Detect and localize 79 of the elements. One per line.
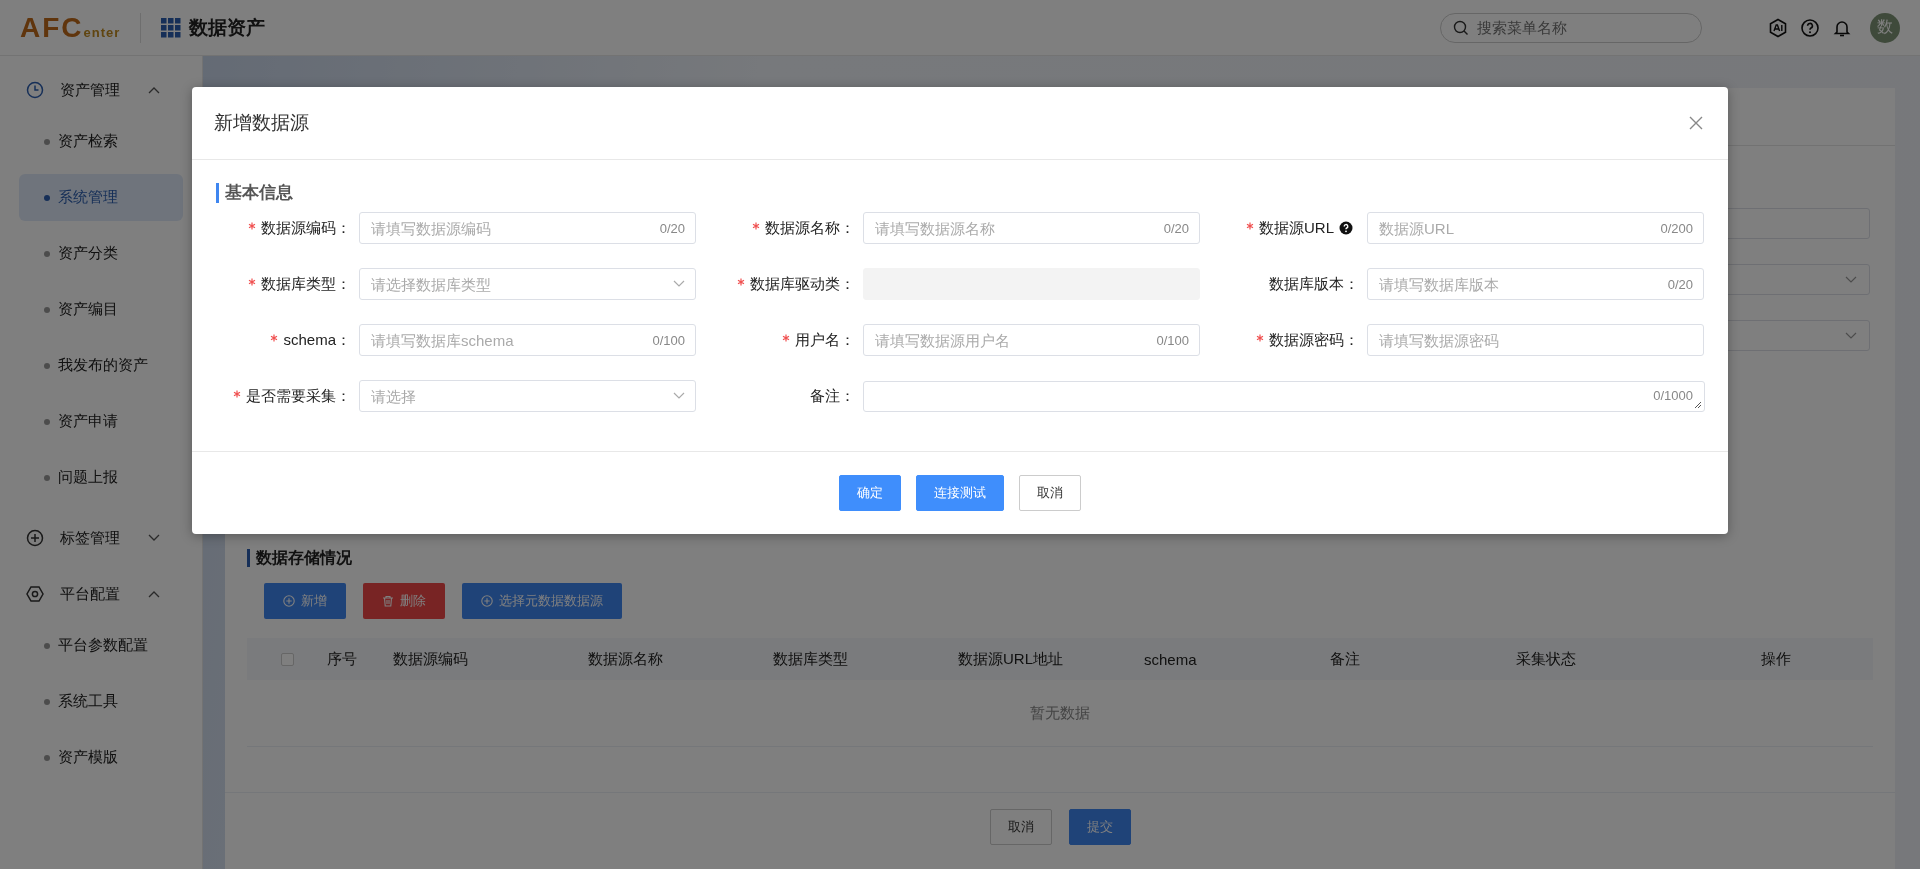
- menu-item[interactable]: 我发布的资产: [19, 342, 183, 389]
- column-header: 数据库类型: [773, 649, 849, 669]
- column-header: 序号: [327, 649, 358, 669]
- input-field[interactable]: 请填写数据源密码: [1367, 324, 1704, 356]
- plus-circle-icon: [283, 595, 295, 607]
- menu-item[interactable]: 资产申请: [19, 398, 183, 445]
- chevron-down-icon: [1845, 275, 1857, 284]
- grid-icon[interactable]: [161, 17, 182, 38]
- select-field[interactable]: 请选择数据库类型: [359, 268, 696, 300]
- field-label: 数据源编码：: [261, 218, 351, 238]
- chevron-up-icon[interactable]: [148, 86, 160, 94]
- clock-icon: [26, 81, 44, 99]
- character-count: 0/100: [1156, 332, 1189, 348]
- search-icon: [1453, 19, 1469, 36]
- text-area[interactable]: 0/1000: [863, 380, 1705, 412]
- empty-message: 暂无数据: [1030, 703, 1090, 723]
- checkbox[interactable]: [280, 652, 294, 666]
- field-label: 备注：: [810, 386, 855, 406]
- field-label: 数据源URL: [1259, 218, 1334, 238]
- chevron-down-icon: [673, 392, 685, 400]
- chevron-up-icon[interactable]: [148, 590, 160, 598]
- column-header: 备注: [1330, 649, 1361, 669]
- field-label: schema：: [283, 330, 351, 350]
- test-connection-button[interactable]: 连接测试: [916, 475, 1004, 511]
- resize-handle-icon[interactable]: [1694, 400, 1702, 409]
- section-title: 数据存储情况: [247, 549, 1873, 567]
- add-button[interactable]: 选择元数据数据源: [462, 583, 622, 619]
- confirm-button[interactable]: 确定: [839, 475, 901, 511]
- chevron-down-icon: [1845, 331, 1857, 340]
- delete-button[interactable]: 删除: [363, 583, 445, 619]
- column-header: 数据源名称: [588, 649, 664, 669]
- character-count: 0/20: [659, 220, 685, 236]
- submit-button[interactable]: 提交: [1068, 809, 1131, 845]
- field-label: 是否需要采集：: [246, 386, 351, 406]
- chevron-down-icon[interactable]: [148, 534, 160, 542]
- field-label: 数据库类型：: [261, 274, 351, 294]
- field-label: 用户名：: [795, 330, 855, 350]
- field-label: 数据库驱动类：: [750, 274, 855, 294]
- menu-item[interactable]: 资产模版: [19, 734, 183, 781]
- help-icon[interactable]: [1339, 221, 1353, 235]
- plus-circle-icon: [481, 595, 493, 607]
- character-count: 0/20: [1667, 276, 1693, 292]
- menu-item[interactable]: 平台参数配置: [19, 622, 183, 669]
- character-count: 0/100: [652, 332, 685, 348]
- field-label: 数据源名称：: [765, 218, 855, 238]
- cancel-button[interactable]: 取消: [1019, 475, 1081, 511]
- column-header: 数据源编码: [393, 649, 469, 669]
- field-label: 数据源密码：: [1269, 330, 1359, 350]
- menu-item[interactable]: 资产分类: [19, 230, 183, 277]
- dialog-title: 新增数据源: [214, 111, 309, 135]
- chevron-down-icon: [673, 280, 685, 288]
- menu-item[interactable]: 问题上报: [19, 454, 183, 501]
- ai-icon[interactable]: [1768, 17, 1788, 38]
- character-count: 0/200: [1660, 220, 1693, 236]
- menu-group[interactable]: 平台配置: [60, 584, 148, 604]
- logo: AFC enter: [20, 11, 121, 44]
- menu-item[interactable]: 系统工具: [19, 678, 183, 725]
- trash-icon: [382, 595, 394, 607]
- add-button[interactable]: 新增: [264, 583, 346, 619]
- column-header: schema: [1144, 650, 1198, 668]
- menu-group[interactable]: 资产管理: [60, 80, 148, 100]
- menu-group[interactable]: 标签管理: [60, 528, 148, 548]
- column-header: 操作: [1761, 649, 1792, 669]
- field-label: 数据库版本：: [1269, 274, 1359, 294]
- search-field[interactable]: 搜索菜单名称: [1440, 12, 1702, 43]
- character-count: 0/20: [1163, 220, 1189, 236]
- select-field[interactable]: 请选择: [359, 380, 696, 412]
- column-header: 采集状态: [1516, 649, 1577, 669]
- menu-item[interactable]: 系统管理: [19, 174, 183, 221]
- menu-item[interactable]: 资产编目: [19, 286, 183, 333]
- section-title: 基本信息: [216, 183, 1728, 203]
- column-header: 数据源URL地址: [958, 649, 1064, 669]
- cancel-button[interactable]: 取消: [989, 809, 1052, 845]
- menu-item[interactable]: 资产检索: [19, 118, 183, 165]
- hexagon-icon: [26, 585, 44, 603]
- app-title: 数据资产: [189, 15, 266, 40]
- close-icon[interactable]: [1688, 115, 1704, 131]
- character-count: 0/1000: [1653, 387, 1693, 403]
- plus-circle-icon: [26, 529, 44, 547]
